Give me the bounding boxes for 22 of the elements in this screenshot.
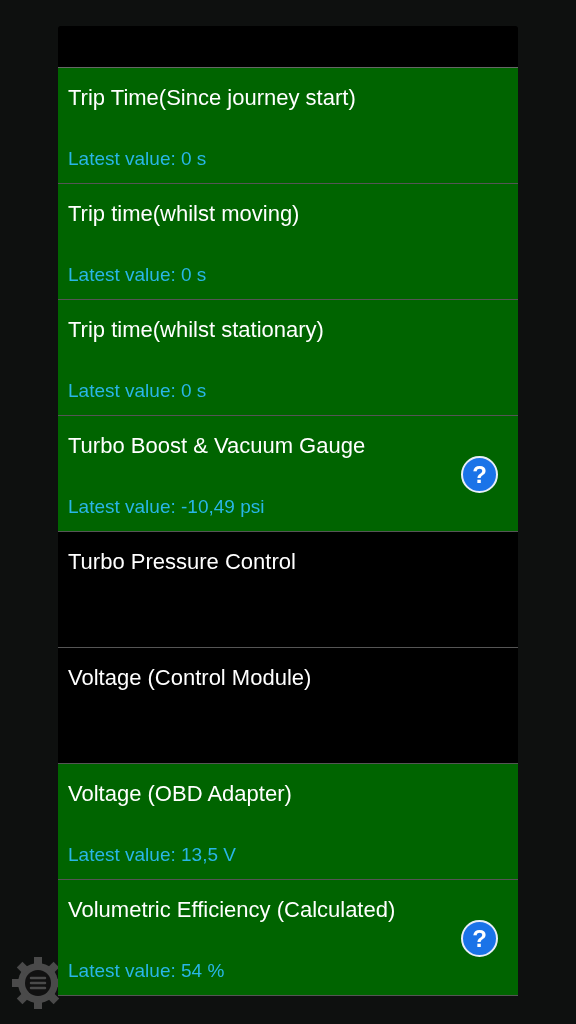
- sensor-list-item[interactable]: Trip time(whilst moving) Latest value: 0 s: [58, 184, 518, 300]
- sensor-title: Turbo Boost & Vacuum Gauge: [68, 432, 366, 460]
- latest-value: Latest value: -10,49 psi: [68, 495, 265, 519]
- sensor-title: Voltage (OBD Adapter): [68, 780, 292, 808]
- sensor-title: Voltage (Control Module): [68, 664, 312, 692]
- help-button[interactable]: ?: [461, 456, 498, 493]
- sensor-list-item[interactable]: Trip time(whilst stationary) Latest value: 0 s: [58, 300, 518, 416]
- latest-value: Latest value: 54 %: [68, 959, 225, 983]
- sensor-list-item[interactable]: Turbo Boost & Vacuum Gauge Latest value: -10,49 psi ?: [58, 416, 518, 532]
- latest-value: Latest value: 0 s: [68, 263, 207, 287]
- sensor-title: Trip Time(Since journey start): [68, 84, 356, 112]
- help-button[interactable]: ?: [461, 920, 498, 957]
- sensor-list-item[interactable]: Volumetric Efficiency (Calculated) Latest value: 54 % ?: [58, 880, 518, 996]
- sensor-list-item[interactable]: Trip Time(Since journey start) Latest value: 0 s: [58, 68, 518, 184]
- sensor-title: Volumetric Efficiency (Calculated): [68, 896, 396, 924]
- sensor-title: Trip time(whilst moving): [68, 200, 300, 228]
- latest-value: Latest value: 13,5 V: [68, 843, 236, 867]
- sensor-title: Trip time(whilst stationary): [68, 316, 324, 344]
- latest-value: Latest value: 0 s: [68, 379, 207, 403]
- latest-value: Latest value: 0 s: [68, 147, 207, 171]
- sensor-title: Turbo Pressure Control: [68, 548, 296, 576]
- sensor-list-item[interactable]: Voltage (OBD Adapter) Latest value: 13,5 V: [58, 764, 518, 880]
